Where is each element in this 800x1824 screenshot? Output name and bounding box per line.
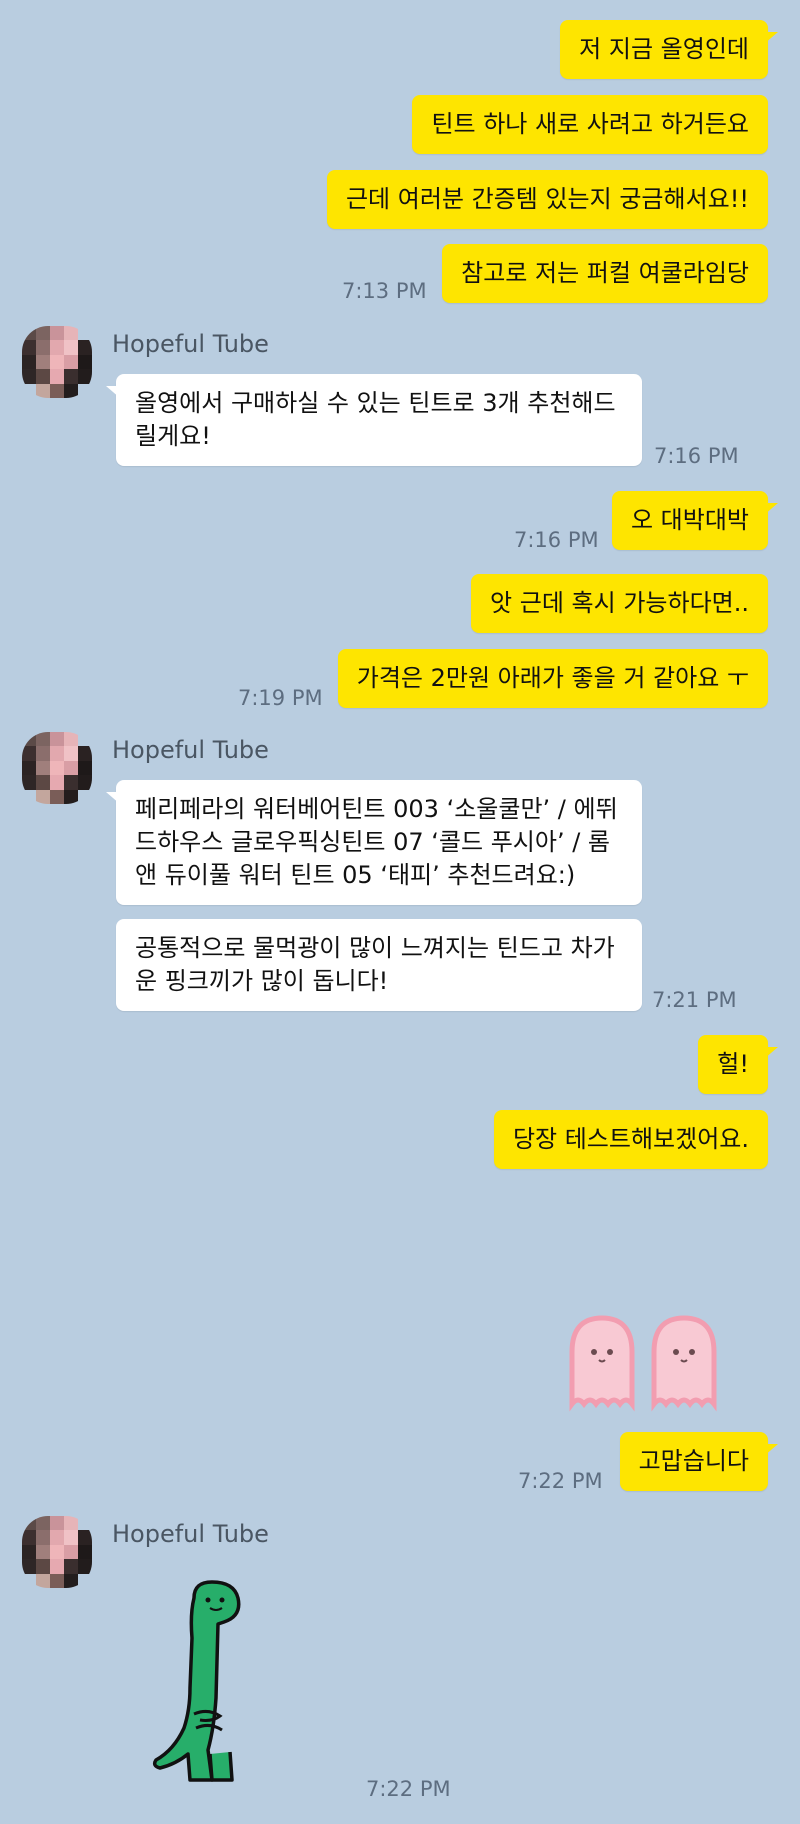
contact-name: Hopeful Tube — [112, 330, 269, 358]
green-dinosaur-sticker[interactable] — [150, 1578, 270, 1783]
my-message-bubble[interactable]: 당장 테스트해보겠어요. — [493, 1110, 768, 1169]
my-message-bubble[interactable]: 가격은 2만원 아래가 좋을 거 같아요 ㅜ — [337, 649, 768, 708]
contact-avatar[interactable] — [22, 326, 92, 398]
my-message-bubble[interactable]: 참고로 저는 퍼컬 여쿨라임당 — [442, 244, 768, 303]
message-timestamp: 7:22 PM — [366, 1777, 451, 1801]
ghost-icon — [569, 1315, 635, 1412]
their-message-bubble[interactable]: 올영에서 구매하실 수 있는 틴트로 3개 추천해드릴게요! — [106, 374, 642, 466]
my-message-bubble[interactable]: 저 지금 올영인데 — [560, 20, 778, 79]
contact-name: Hopeful Tube — [112, 1520, 269, 1548]
my-message-bubble[interactable]: 고맙습니다 — [619, 1432, 779, 1491]
message-timestamp: 7:16 PM — [654, 444, 739, 468]
my-message-bubble[interactable]: 틴트 하나 새로 사려고 하거든요 — [412, 95, 768, 154]
my-message-bubble[interactable]: 앗 근데 혹시 가능하다면.. — [471, 574, 768, 633]
their-message-bubble[interactable]: 페리페라의 워터베어틴트 003 ‘소울쿨만’ / 에뛰드하우스 글로우픽싱틴트… — [106, 780, 642, 905]
message-timestamp: 7:19 PM — [238, 686, 323, 710]
message-timestamp: 7:16 PM — [514, 528, 599, 552]
ghost-icon — [651, 1315, 717, 1412]
my-message-bubble[interactable]: 헐! — [698, 1035, 778, 1094]
message-timestamp: 7:21 PM — [652, 988, 737, 1012]
my-message-bubble[interactable]: 근데 여러분 간증템 있는지 궁금해서요!! — [326, 170, 768, 229]
dinosaur-icon — [152, 1580, 241, 1782]
pink-ghosts-sticker[interactable] — [568, 1312, 728, 1412]
contact-avatar[interactable] — [22, 732, 92, 804]
message-timestamp: 7:13 PM — [342, 279, 427, 303]
my-message-bubble[interactable]: 오 대박대박 — [611, 491, 779, 550]
contact-avatar[interactable] — [22, 1516, 92, 1588]
contact-name: Hopeful Tube — [112, 736, 269, 764]
message-timestamp: 7:22 PM — [518, 1469, 603, 1493]
their-message-bubble[interactable]: 공통적으로 물먹광이 많이 느껴지는 틴드고 차가운 핑크끼가 많이 돕니다! — [116, 919, 642, 1011]
